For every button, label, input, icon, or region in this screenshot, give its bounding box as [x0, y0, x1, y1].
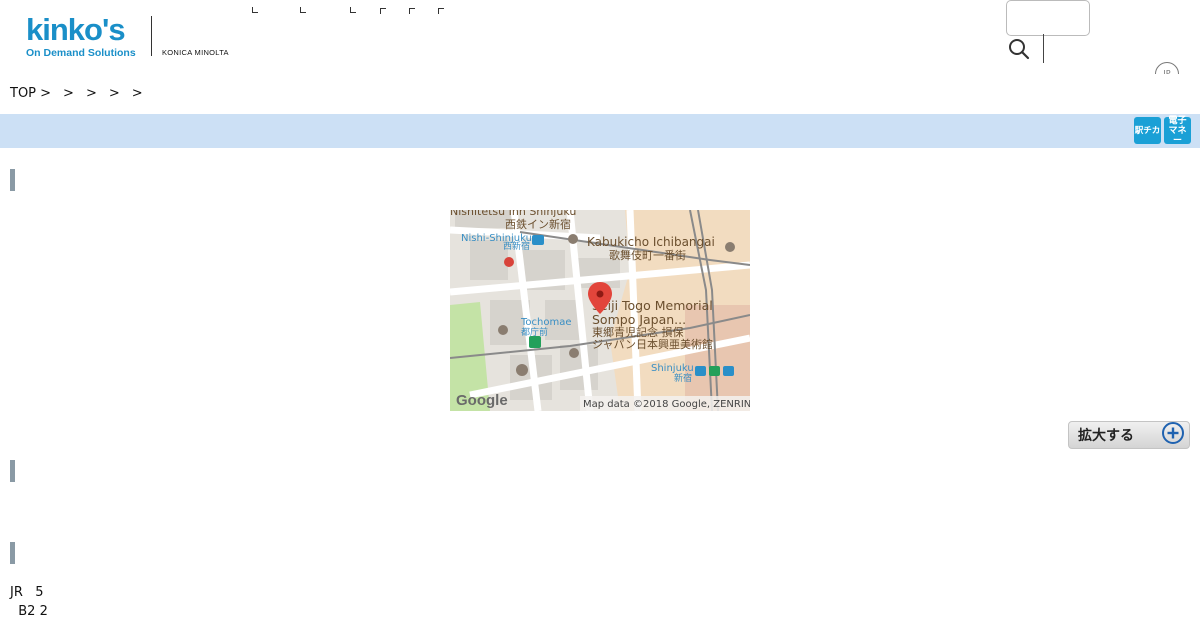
map-label: Nishitetsu Inn Shinjuku [450, 210, 576, 218]
enlarge-map-button-label: 拡大する [1078, 428, 1134, 444]
map-label: 歌舞伎町一番街 [609, 248, 686, 262]
store-map[interactable]: Nishitetsu Inn Shinjuku 西鉄イン新宿 Nishi-Shi… [450, 210, 750, 411]
section-heading-marker [10, 542, 15, 564]
store-title-bar: 駅チカ 電子マネー [0, 114, 1200, 148]
kinkos-logo[interactable]: kinko's On Demand Solutions KONICA MINOL… [26, 12, 232, 62]
e-money-badge-label: 電子マネー [1168, 115, 1187, 146]
map-label: Shinjuku [651, 363, 694, 374]
logo-wordmark: kinko's [26, 12, 126, 47]
breadcrumb-item[interactable]: TOP > [10, 86, 51, 101]
language-toggle-label: JP [1155, 62, 1179, 74]
nav-corner-mark[interactable] [300, 7, 306, 13]
breadcrumb-item[interactable]: > [109, 86, 120, 101]
map-label: Sompo Japan... [592, 312, 686, 327]
search-icon[interactable] [1007, 37, 1031, 61]
near-station-badge: 駅チカ [1134, 117, 1161, 144]
nav-corner-mark[interactable] [438, 8, 444, 14]
breadcrumb: TOP > > > > > [10, 86, 155, 101]
breadcrumb-item[interactable]: > [86, 86, 97, 101]
map-label: 都庁前 [521, 326, 548, 338]
e-money-badge: 電子マネー [1164, 115, 1191, 146]
map-attribution[interactable]: Map data ©2018 Google, ZENRIN [583, 399, 750, 410]
access-text: JR 5 [10, 585, 44, 600]
map-label: 東郷青児記念 損保 [592, 325, 684, 339]
logo-divider [151, 16, 152, 56]
breadcrumb-item[interactable]: > [132, 86, 143, 101]
map-label: 西鉄イン新宿 [505, 217, 571, 231]
map-label: Tochomae [520, 317, 572, 328]
enlarge-map-button[interactable]: 拡大する [1068, 421, 1190, 449]
section-heading-marker [10, 460, 15, 482]
map-label: 西新宿 [503, 240, 530, 252]
search-input[interactable] [1006, 0, 1090, 36]
nav-corner-mark[interactable] [252, 7, 258, 13]
plus-circle-icon [1161, 421, 1185, 449]
access-text: B2 2 [10, 604, 48, 619]
section-heading-marker [10, 169, 15, 191]
nav-corner-mark[interactable] [409, 8, 415, 14]
google-logo[interactable]: Google [456, 392, 508, 409]
map-label: ジャパン日本興亜美術館 [592, 337, 713, 351]
text-cursor [1043, 34, 1044, 63]
nav-corner-mark[interactable] [380, 8, 386, 14]
nav-corner-mark[interactable] [350, 7, 356, 13]
logo-tagline: On Demand Solutions [26, 47, 136, 59]
map-label: 新宿 [674, 372, 692, 384]
breadcrumb-item[interactable]: > [63, 86, 74, 101]
language-toggle[interactable]: JP [1155, 62, 1181, 74]
konica-minolta-logo: KONICA MINOLTA [162, 48, 229, 57]
map-label: Kabukicho Ichibangai [587, 235, 715, 249]
